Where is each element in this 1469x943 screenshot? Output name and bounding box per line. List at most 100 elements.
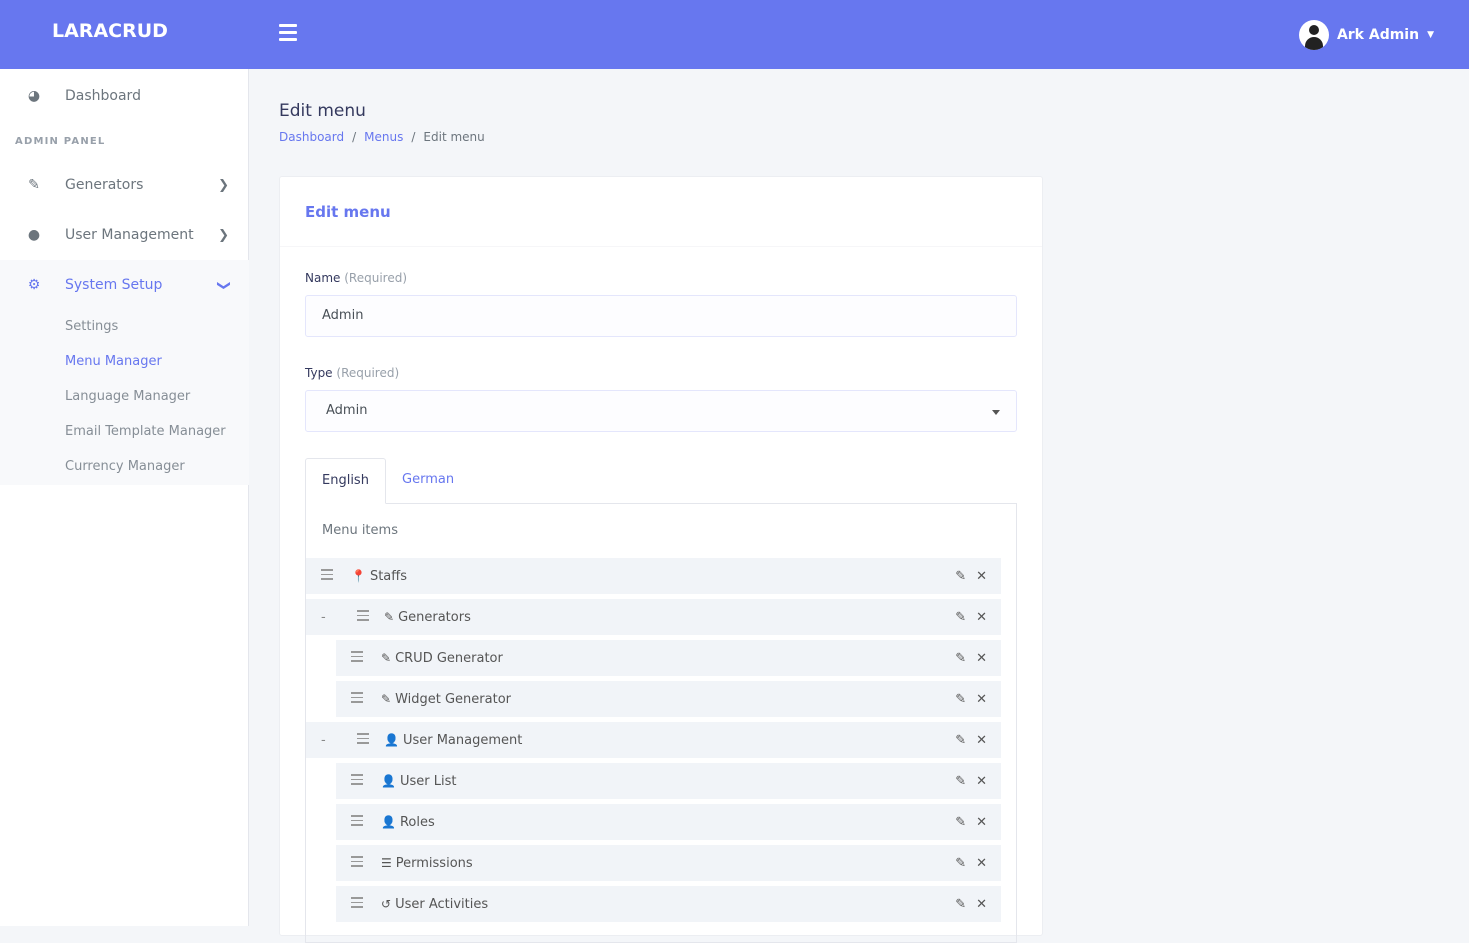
gear-icon: ⚙	[27, 277, 41, 293]
menu-item: ✎ Widget Generator	[381, 692, 511, 707]
type-select[interactable]: Admin	[305, 390, 1017, 432]
collapse-toggle[interactable]: -	[321, 610, 326, 625]
menu-item-row[interactable]: ✎ Widget Generator ✎ ✕	[336, 681, 1001, 717]
tab-german[interactable]: German	[386, 458, 470, 504]
dashboard-icon: ◕	[27, 88, 41, 104]
sidebar-label: Dashboard	[65, 88, 141, 104]
menu-item-row[interactable]: 📍 Staffs ✎ ✕	[306, 558, 1001, 594]
edit-icon[interactable]: ✎	[955, 651, 966, 666]
logo[interactable]: LARACRUD	[52, 20, 168, 42]
edit-icon[interactable]: ✎	[955, 569, 966, 584]
edit-menu-card: Edit menu Name (Required) Admin Type (Re…	[279, 176, 1043, 943]
menu-item-row[interactable]: ✎ CRUD Generator ✎ ✕	[336, 640, 1001, 676]
breadcrumb-menus[interactable]: Menus	[364, 130, 403, 144]
submenu-settings[interactable]: Settings	[65, 319, 118, 334]
page-title: Edit menu	[279, 101, 366, 121]
breadcrumb-dashboard[interactable]: Dashboard	[279, 130, 344, 144]
drag-handle-icon[interactable]	[321, 569, 333, 583]
menu-item-icon: ↺	[381, 897, 392, 911]
menu-item-row[interactable]: - ✎ Generators ✎ ✕	[306, 599, 1001, 635]
drag-handle-icon[interactable]	[351, 856, 363, 870]
menu-item-row[interactable]: 👤 User List ✎ ✕	[336, 763, 1001, 799]
row-actions: ✎ ✕	[955, 692, 987, 707]
edit-icon[interactable]: ✎	[955, 897, 966, 912]
row-actions: ✎ ✕	[955, 774, 987, 789]
sidebar-label: System Setup	[65, 277, 163, 293]
delete-icon[interactable]: ✕	[976, 815, 987, 830]
user-name: Ark Admin	[1336, 27, 1420, 43]
language-tabs: English German	[305, 458, 1017, 504]
section-heading: ADMIN PANEL	[15, 136, 106, 147]
sidebar: ◕ Dashboard ADMIN PANEL ✎ Generators ❯ ● Use…	[0, 69, 249, 926]
edit-icon[interactable]: ✎	[955, 774, 966, 789]
menu-item-label: User Management	[402, 732, 523, 748]
delete-icon[interactable]: ✕	[976, 897, 987, 912]
tab-pane: Menu items 📍 Staffs ✎ ✕ - ✎ Generators ✎ ✕ ✎ CRUD …	[305, 503, 1017, 943]
menu-toggle-icon[interactable]	[279, 24, 297, 45]
submenu-email-template-manager[interactable]: Email Template Manager	[65, 424, 226, 439]
drag-handle-icon[interactable]	[351, 897, 363, 911]
magic-wand-icon: ✎	[28, 177, 40, 193]
menu-item-icon: ☰	[381, 856, 392, 870]
drag-handle-icon[interactable]	[351, 774, 363, 788]
menu-item-icon: ✎	[381, 692, 392, 706]
drag-handle-icon[interactable]	[351, 692, 363, 706]
menu-item-label: Staffs	[369, 568, 407, 584]
menu-item-label: Generators	[398, 609, 471, 625]
tab-english[interactable]: English	[305, 458, 386, 504]
menu-item-icon: 👤	[381, 815, 396, 829]
submenu-currency-manager[interactable]: Currency Manager	[65, 459, 185, 474]
top-navbar: LARACRUD Ark Admin ▼	[0, 0, 1469, 69]
menu-item-label: User List	[399, 773, 457, 789]
drag-handle-icon[interactable]	[351, 651, 363, 665]
menu-item-icon: 👤	[384, 733, 399, 747]
menu-item: ↺ User Activities	[381, 897, 488, 912]
edit-icon[interactable]: ✎	[955, 733, 966, 748]
delete-icon[interactable]: ✕	[976, 856, 987, 871]
edit-icon[interactable]: ✎	[955, 692, 966, 707]
name-label: Name (Required)	[305, 271, 407, 285]
drag-handle-icon[interactable]	[357, 733, 369, 747]
breadcrumb-separator: /	[352, 130, 357, 144]
delete-icon[interactable]: ✕	[976, 733, 987, 748]
breadcrumb: Dashboard / Menus / Edit menu	[279, 130, 485, 144]
user-icon: ●	[27, 227, 41, 243]
menu-item: 👤 User List	[381, 774, 456, 789]
menu-item-row[interactable]: ↺ User Activities ✎ ✕	[336, 886, 1001, 922]
required-hint: (Required)	[344, 271, 408, 285]
sidebar-item-user-management[interactable]: ● User Management ❯	[0, 215, 249, 255]
menu-item-icon: ✎	[381, 651, 392, 665]
menu-item-icon: 📍	[351, 569, 366, 583]
menu-item-icon: 👤	[381, 774, 396, 788]
collapse-toggle[interactable]: -	[321, 733, 326, 748]
user-dropdown[interactable]: Ark Admin ▼	[1298, 20, 1434, 50]
submenu-language-manager[interactable]: Language Manager	[65, 389, 190, 404]
delete-icon[interactable]: ✕	[976, 651, 987, 666]
delete-icon[interactable]: ✕	[976, 692, 987, 707]
chevron-right-icon: ❯	[218, 227, 229, 243]
label-text: Name	[305, 271, 341, 285]
menu-item-label: Roles	[399, 814, 435, 830]
menu-item-row[interactable]: 👤 Roles ✎ ✕	[336, 804, 1001, 840]
menu-item-row[interactable]: ☰ Permissions ✎ ✕	[336, 845, 1001, 881]
menu-item-row[interactable]: - 👤 User Management ✎ ✕	[306, 722, 1001, 758]
menu-item: 📍 Staffs	[351, 569, 407, 584]
sidebar-label: Generators	[65, 177, 144, 193]
delete-icon[interactable]: ✕	[976, 774, 987, 789]
chevron-right-icon: ❯	[218, 177, 229, 193]
row-actions: ✎ ✕	[955, 897, 987, 912]
name-input[interactable]: Admin	[305, 295, 1017, 337]
delete-icon[interactable]: ✕	[976, 610, 987, 625]
sidebar-item-generators[interactable]: ✎ Generators ❯	[0, 165, 249, 205]
submenu-menu-manager[interactable]: Menu Manager	[65, 354, 162, 369]
sidebar-item-dashboard[interactable]: ◕ Dashboard	[0, 76, 249, 116]
sidebar-label: User Management	[65, 227, 194, 243]
edit-icon[interactable]: ✎	[955, 856, 966, 871]
edit-icon[interactable]: ✎	[955, 815, 966, 830]
edit-icon[interactable]: ✎	[955, 610, 966, 625]
sidebar-item-system-setup[interactable]: ⚙ System Setup ❯	[0, 265, 249, 305]
delete-icon[interactable]: ✕	[976, 569, 987, 584]
breadcrumb-separator: /	[411, 130, 416, 144]
drag-handle-icon[interactable]	[351, 815, 363, 829]
drag-handle-icon[interactable]	[357, 610, 369, 624]
